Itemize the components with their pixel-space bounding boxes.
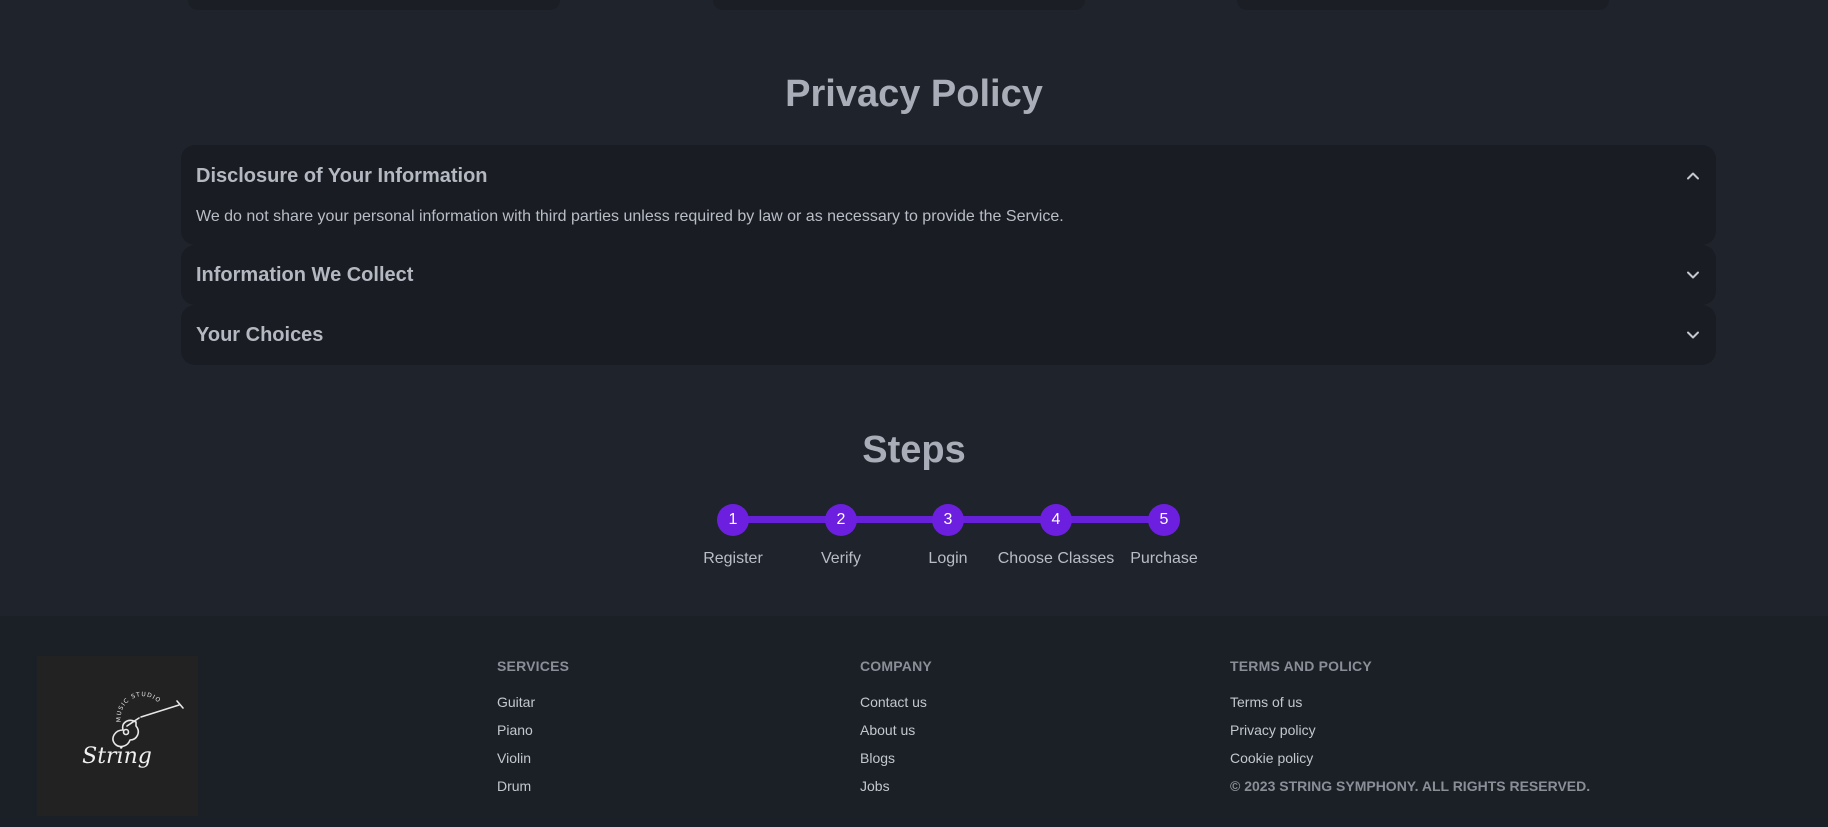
privacy-policy-title: Privacy Policy — [785, 73, 1043, 115]
footer-heading: TERMS AND POLICY — [1230, 658, 1372, 674]
card-bottom-edge — [1237, 0, 1609, 10]
footer-link-blogs[interactable]: Blogs — [860, 750, 932, 778]
footer-heading: SERVICES — [497, 658, 570, 674]
logo-title: String — [82, 744, 152, 769]
accordion-item-your-choices: Your Choices — [181, 305, 1716, 365]
footer-services: SERVICES Guitar Piano Violin Drum — [497, 658, 569, 806]
footer-link-violin[interactable]: Violin — [497, 750, 569, 778]
step-label: Purchase — [1130, 550, 1198, 567]
accordion-item-disclosure: Disclosure of Your Information We do not… — [181, 145, 1716, 245]
step-register: 1 Register — [673, 504, 793, 568]
steps-title: Steps — [862, 429, 966, 471]
step-label: Choose Classes — [997, 550, 1115, 567]
chevron-down-icon[interactable] — [1685, 267, 1701, 283]
accordion-body-disclosure: We do not share your personal informatio… — [196, 208, 1064, 225]
step-number-badge: 5 — [1148, 504, 1180, 536]
footer-terms: TERMS AND POLICY Terms of us Privacy pol… — [1230, 658, 1590, 794]
accordion-header-your-choices[interactable]: Your Choices — [196, 305, 1701, 365]
step-purchase: 5 Purchase — [1104, 504, 1224, 568]
footer-link-piano[interactable]: Piano — [497, 722, 569, 750]
footer-link-contact-us[interactable]: Contact us — [860, 694, 932, 722]
chevron-up-icon[interactable] — [1685, 168, 1701, 184]
accordion-title: Disclosure of Your Information — [196, 164, 488, 187]
footer-link-privacy[interactable]: Privacy policy — [1230, 722, 1590, 750]
footer: MUSIC STUDIO String SERVICES Guitar Pian… — [0, 616, 1828, 827]
step-login: 3 Login — [888, 504, 1008, 568]
footer-link-drum[interactable]: Drum — [497, 778, 569, 806]
footer-link-guitar[interactable]: Guitar — [497, 694, 569, 722]
footer-link-about-us[interactable]: About us — [860, 722, 932, 750]
step-choose-classes: 4 Choose Classes — [996, 504, 1116, 568]
footer-link-cookie[interactable]: Cookie policy — [1230, 750, 1590, 778]
card-bottom-edge — [188, 0, 560, 10]
step-label: Verify — [820, 550, 861, 567]
copyright-text: © 2023 STRING SYMPHONY. ALL RIGHTS RESER… — [1230, 778, 1591, 794]
accordion-header-disclosure[interactable]: Disclosure of Your Information — [196, 145, 1701, 207]
step-number-badge: 1 — [717, 504, 749, 536]
step-number-badge: 4 — [1040, 504, 1072, 536]
accordion-title: Information We Collect — [196, 263, 414, 286]
logo[interactable]: MUSIC STUDIO String — [37, 656, 198, 816]
step-number-badge: 3 — [932, 504, 964, 536]
footer-link-jobs[interactable]: Jobs — [860, 778, 932, 806]
page: Privacy Policy Disclosure of Your Inform… — [0, 0, 1828, 827]
guitar-icon: MUSIC STUDIO String — [82, 691, 184, 769]
step-number-badge: 2 — [825, 504, 857, 536]
footer-company: COMPANY Contact us About us Blogs Jobs — [860, 658, 932, 806]
chevron-down-icon[interactable] — [1685, 327, 1701, 343]
step-verify: 2 Verify — [781, 504, 901, 568]
footer-heading: COMPANY — [860, 658, 932, 674]
step-label: Login — [928, 550, 968, 567]
accordion-item-information-we-collect: Information We Collect — [181, 245, 1716, 305]
step-label: Register — [703, 550, 763, 567]
card-bottom-edge — [713, 0, 1085, 10]
accordion-header-information-we-collect[interactable]: Information We Collect — [196, 245, 1701, 305]
footer-link-terms[interactable]: Terms of us — [1230, 694, 1590, 722]
accordion-title: Your Choices — [196, 323, 324, 346]
